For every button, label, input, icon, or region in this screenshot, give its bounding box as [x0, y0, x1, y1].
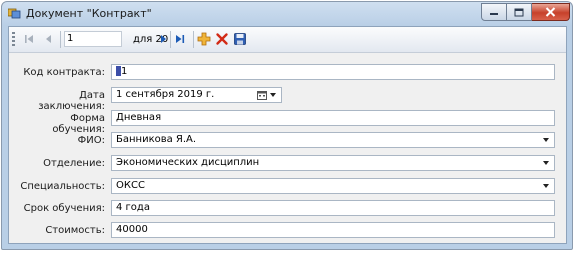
maximize-button[interactable] — [507, 3, 532, 21]
specialty-label: Специальность: — [20, 181, 105, 192]
move-next-icon[interactable] — [156, 32, 170, 46]
move-first-icon[interactable] — [22, 32, 36, 46]
position-input[interactable]: 1 — [64, 31, 122, 47]
close-button[interactable] — [532, 3, 570, 21]
move-previous-icon[interactable] — [42, 32, 56, 46]
conclusion-date-value: 1 сентября 2019 г. — [116, 89, 215, 100]
toolbar-grip[interactable] — [12, 32, 15, 47]
add-new-icon[interactable] — [197, 32, 211, 46]
contract-code-field[interactable]: 1 — [111, 64, 555, 80]
save-icon[interactable] — [233, 32, 247, 46]
study-term-field[interactable]: 4 года — [111, 200, 555, 216]
form-client-area: 1 для 20 Код контракта: 1 Дата заключени… — [8, 26, 567, 244]
specialty-combobox[interactable]: ОКСС — [111, 178, 555, 194]
title-bar[interactable]: Документ "Контракт" — [2, 2, 572, 26]
specialty-value: ОКСС — [116, 180, 145, 191]
toolbar-separator — [193, 31, 194, 48]
study-form-field[interactable]: Дневная — [111, 110, 555, 126]
conclusion-date-label: Дата заключения: — [38, 90, 105, 112]
conclusion-date-picker[interactable]: 1 сентября 2019 г. — [111, 87, 282, 103]
full-name-value: Банникова Я.А. — [116, 134, 197, 145]
full-name-label: ФИО: — [77, 135, 105, 146]
close-icon — [545, 7, 556, 17]
window-title: Документ "Контракт" — [26, 7, 152, 20]
calendar-icon[interactable] — [257, 91, 267, 100]
minimize-icon — [490, 13, 498, 15]
study-term-label: Срок обучения: — [23, 203, 105, 214]
maximize-icon — [514, 8, 524, 16]
department-value: Экономических дисциплин — [116, 157, 260, 168]
cost-field[interactable]: 40000 — [111, 222, 555, 238]
binding-navigator-toolbar: 1 для 20 — [9, 27, 566, 53]
toolbar-separator — [170, 31, 171, 48]
contract-code-label: Код контракта: — [23, 67, 105, 78]
toolbar-separator — [60, 31, 61, 48]
document-window: Документ "Контракт" 1 для 20 Код контрак… — [1, 1, 573, 250]
study-form-label: Форма обучения: — [52, 113, 105, 135]
chevron-down-icon[interactable] — [270, 93, 276, 97]
department-combobox[interactable]: Экономических дисциплин — [111, 155, 555, 171]
contract-code-value: 1 — [121, 66, 128, 77]
chevron-down-icon[interactable] — [543, 184, 549, 188]
department-label: Отделение: — [43, 158, 105, 169]
delete-icon[interactable] — [215, 32, 229, 46]
cost-label: Стоимость: — [45, 225, 105, 236]
full-name-combobox[interactable]: Банникова Я.А. — [111, 132, 555, 148]
minimize-button[interactable] — [481, 3, 507, 21]
app-icon — [8, 8, 21, 19]
move-last-icon[interactable] — [173, 32, 187, 46]
chevron-down-icon[interactable] — [543, 161, 549, 165]
chevron-down-icon[interactable] — [543, 138, 549, 142]
